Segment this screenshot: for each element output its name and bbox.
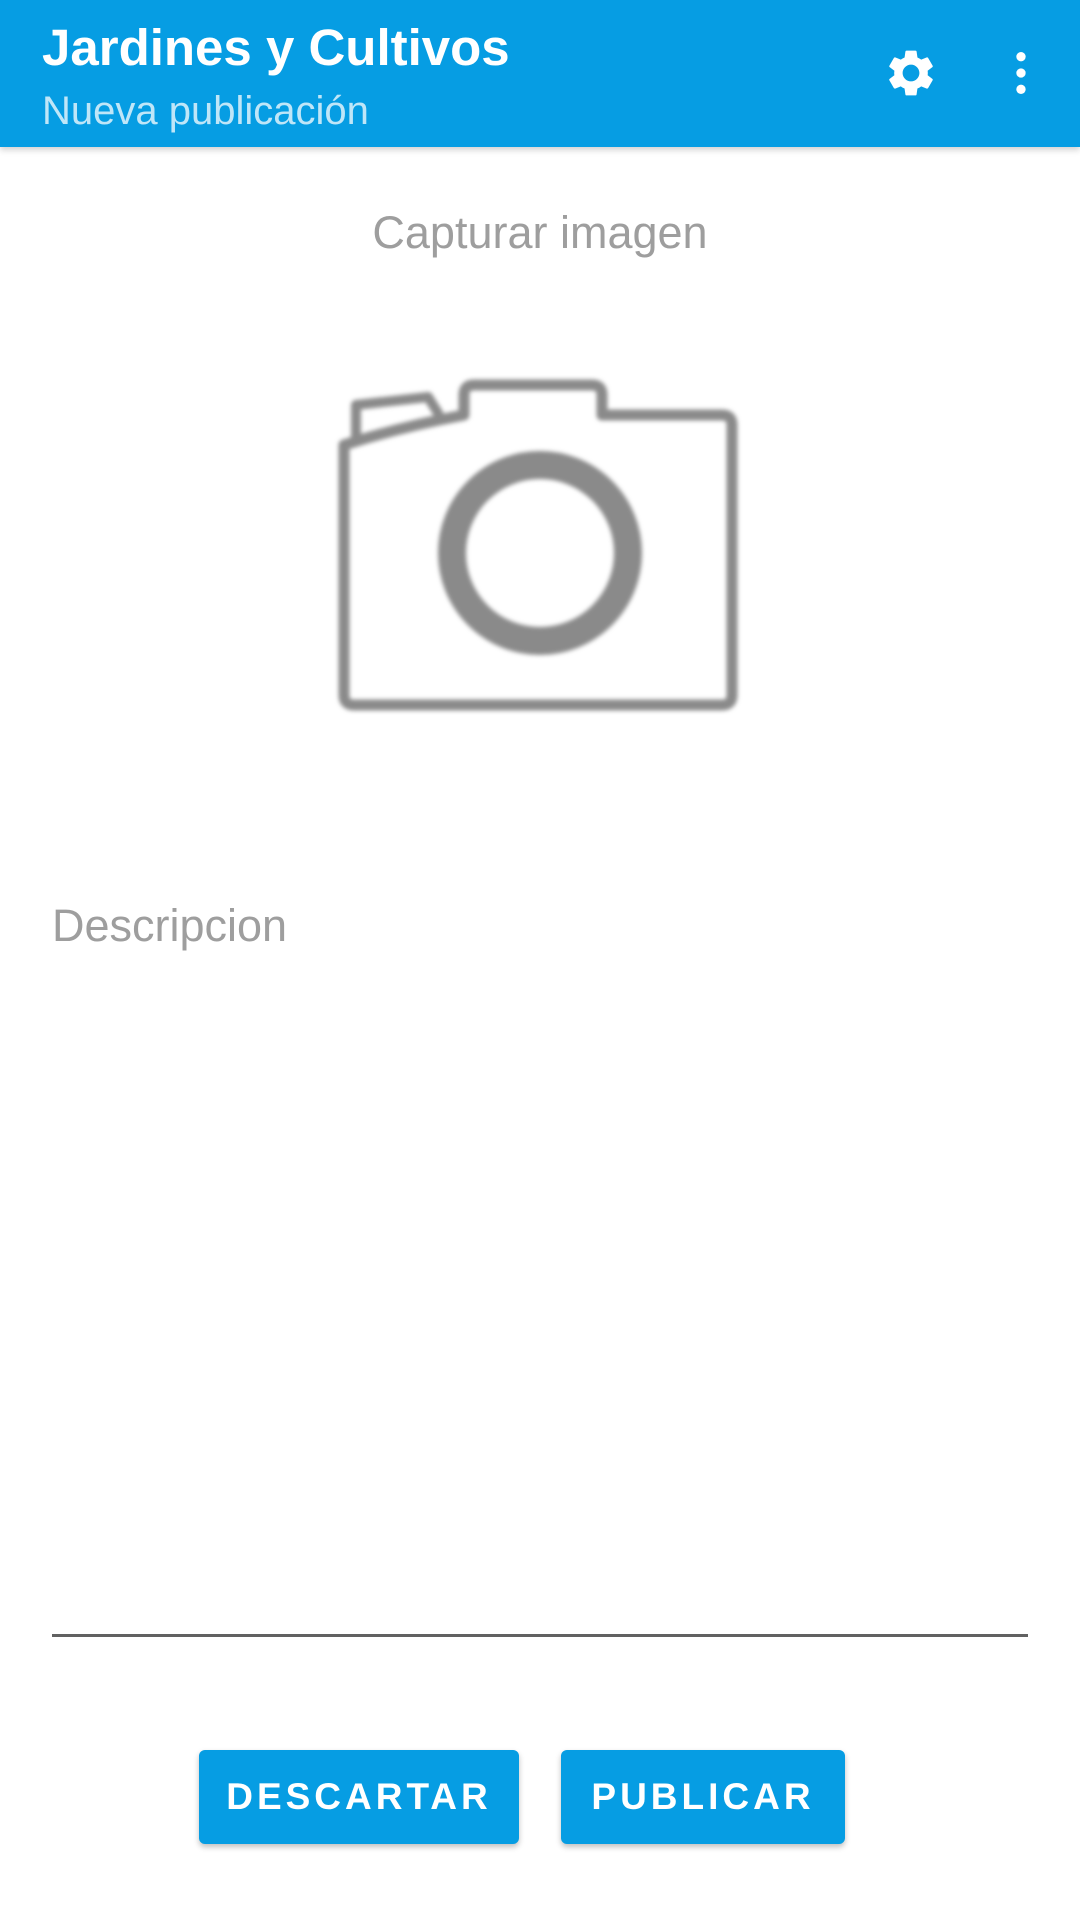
description-field[interactable] (52, 880, 1028, 1637)
app-title: Jardines y Cultivos (42, 19, 510, 76)
camera-icon (338, 379, 738, 711)
capture-image-button[interactable] (320, 370, 760, 720)
publish-button[interactable]: PUBLICAR (561, 1750, 845, 1844)
discard-button[interactable]: DESCARTAR (199, 1750, 519, 1844)
more-options-button[interactable] (984, 36, 1058, 110)
app-bar: Jardines y Cultivos Nueva publicación (0, 0, 1080, 147)
app-subtitle: Nueva publicación (42, 89, 369, 133)
gear-icon (889, 50, 933, 96)
capture-image-label: Capturar imagen (372, 207, 708, 258)
more-vert-icon (1016, 52, 1026, 94)
description-input[interactable] (52, 880, 1028, 1634)
settings-button[interactable] (874, 36, 948, 110)
